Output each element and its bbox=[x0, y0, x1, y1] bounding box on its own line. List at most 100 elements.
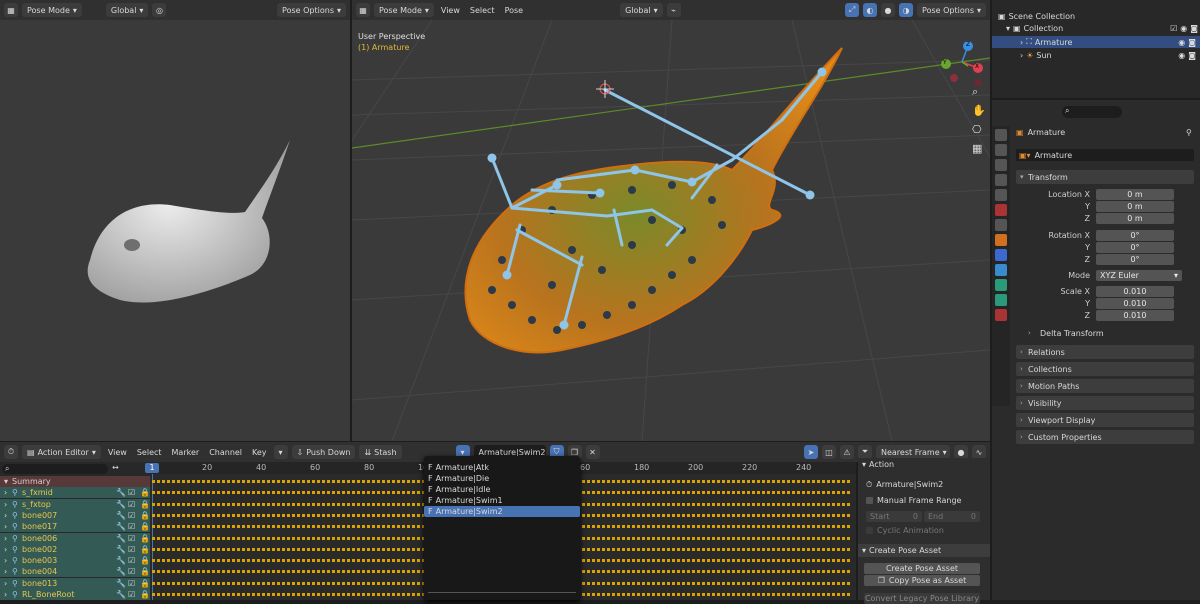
lock-icon[interactable]: 🔒 bbox=[140, 534, 150, 543]
visibility-panel-header[interactable]: › Visibility bbox=[1016, 396, 1194, 410]
menu-view[interactable]: View bbox=[105, 448, 130, 457]
shading-solid-icon[interactable]: ● bbox=[881, 3, 896, 17]
snap-mode-dropdown[interactable]: Nearest Frame ▾ bbox=[876, 445, 950, 459]
push-down-button[interactable]: ⇩ Push Down bbox=[291, 445, 356, 459]
action-dropdown-item[interactable]: F Armature|Swim2 bbox=[424, 506, 580, 517]
camera-icon[interactable]: ◙ bbox=[1188, 51, 1200, 60]
checkbox-icon[interactable]: ☑ bbox=[128, 590, 140, 599]
lock-icon[interactable]: 🔒 bbox=[140, 567, 150, 576]
manual-frame-range-checkbox[interactable]: Manual Frame Range bbox=[866, 496, 961, 505]
menu-select[interactable]: Select bbox=[134, 448, 165, 457]
scale-x-field[interactable]: 0.010 bbox=[1096, 285, 1174, 297]
swap-icon[interactable]: ↔ bbox=[112, 463, 119, 472]
wrench-icon[interactable]: 🔧 bbox=[116, 545, 128, 554]
editor-type-icon[interactable]: ⏱ bbox=[4, 445, 18, 459]
channel-row-10[interactable]: › ⚲ RL_BoneRoot 🔧 ☑ 🔒 bbox=[0, 589, 150, 600]
main-orientation-dropdown[interactable]: Global ▾ bbox=[620, 3, 663, 17]
properties-search[interactable]: ⌕ bbox=[1062, 106, 1122, 118]
lock-icon[interactable]: 🔒 bbox=[140, 500, 150, 509]
bone-tab-icon[interactable] bbox=[995, 294, 1007, 306]
action-editor-mode-dropdown[interactable]: ▤ Action Editor ▾ bbox=[22, 445, 101, 459]
location-y-field[interactable]: 0 m bbox=[1096, 200, 1174, 212]
gizmo-toggle-icon[interactable]: ⤢ bbox=[845, 3, 860, 17]
menu-pose[interactable]: Pose bbox=[502, 6, 527, 15]
pin-icon[interactable]: ⚲ bbox=[1186, 128, 1192, 137]
action-dropdown-item[interactable]: F Armature|Atk bbox=[424, 462, 580, 473]
view-layer-tab-icon[interactable] bbox=[995, 174, 1007, 186]
camera-icon[interactable]: ◙ bbox=[1190, 24, 1198, 33]
rotation-mode-dropdown[interactable]: XYZ Euler ▾ bbox=[1096, 269, 1182, 281]
convert-legacy-pose-button[interactable]: Convert Legacy Pose Library bbox=[864, 593, 980, 604]
eye-icon[interactable]: ◉ bbox=[1178, 38, 1185, 47]
editor-type-icon[interactable]: ▦ bbox=[356, 3, 370, 17]
channel-row-4[interactable]: › ⚲ bone017 🔧 ☑ 🔒 bbox=[0, 521, 150, 533]
channel-summary[interactable]: ▾ Summary bbox=[0, 476, 150, 487]
rotation-x-field[interactable]: 0° bbox=[1096, 229, 1174, 241]
editor-type-icon[interactable]: ▦ bbox=[4, 3, 18, 17]
cyclic-animation-checkbox[interactable]: Cyclic Animation bbox=[866, 526, 944, 535]
channel-row-9[interactable]: › ⚲ bone013 🔧 ☑ 🔒 bbox=[0, 577, 150, 589]
wrench-icon[interactable]: 🔧 bbox=[116, 522, 128, 531]
checkbox-icon[interactable]: ☑ bbox=[128, 511, 140, 520]
channel-row-2[interactable]: › ⚲ s_fxtop 🔧 ☑ 🔒 bbox=[0, 498, 150, 510]
wrench-icon[interactable]: 🔧 bbox=[116, 556, 128, 565]
left-pose-options[interactable]: Pose Options ▾ bbox=[277, 3, 346, 17]
transform-panel-header[interactable]: ▾ Transform bbox=[1016, 170, 1194, 184]
unlink-action-icon[interactable]: ✕ bbox=[585, 445, 600, 459]
motion-paths-panel-header[interactable]: › Motion Paths bbox=[1016, 379, 1194, 393]
action-dropdown-item[interactable]: F Armature|Die bbox=[424, 473, 580, 484]
action-dropdown-item[interactable]: F Armature|Swim1 bbox=[424, 495, 580, 506]
viewport-display-panel-header[interactable]: › Viewport Display bbox=[1016, 413, 1194, 427]
checkbox-icon[interactable]: ☑ bbox=[128, 522, 140, 531]
pivot-icon[interactable]: ◎ bbox=[152, 3, 167, 17]
left-mode-dropdown[interactable]: Pose Mode ▾ bbox=[22, 3, 82, 17]
stash-button[interactable]: ⇊ Stash bbox=[359, 445, 402, 459]
eye-icon[interactable]: ◉ bbox=[1178, 51, 1185, 60]
wrench-icon[interactable]: 🔧 bbox=[116, 534, 128, 543]
menu-key[interactable]: Key bbox=[249, 448, 270, 457]
checkbox-icon[interactable]: ☑ bbox=[128, 556, 140, 565]
end-field[interactable]: End 0 bbox=[924, 511, 980, 522]
delta-transform-subpanel[interactable]: › Delta Transform bbox=[1028, 329, 1104, 338]
start-field[interactable]: Start 0 bbox=[866, 511, 922, 522]
checkbox-icon[interactable]: ☑ bbox=[128, 545, 140, 554]
checkbox-icon[interactable]: ☑ bbox=[128, 567, 140, 576]
current-frame-indicator[interactable]: 1 bbox=[145, 463, 159, 473]
channel-row-8[interactable]: › ⚲ bone004 🔧 ☑ 🔒 bbox=[0, 566, 150, 578]
armature-data-tab-icon[interactable] bbox=[995, 279, 1007, 291]
rotation-y-field[interactable]: 0° bbox=[1096, 241, 1174, 253]
main-mode-dropdown[interactable]: Pose Mode ▾ bbox=[374, 3, 434, 17]
channel-row-5[interactable]: › ⚲ bone006 🔧 ☑ 🔒 bbox=[0, 532, 150, 544]
checkbox-icon[interactable]: ☑ bbox=[128, 500, 140, 509]
checkbox-icon[interactable]: ☑ bbox=[128, 534, 140, 543]
proportional-falloff-icon[interactable]: ∿ bbox=[972, 445, 986, 459]
wrench-icon[interactable]: 🔧 bbox=[116, 590, 128, 599]
dropdown-search-input[interactable] bbox=[428, 592, 576, 599]
menu-marker[interactable]: Marker bbox=[169, 448, 203, 457]
overlay-toggle-icon[interactable]: ◐ bbox=[863, 3, 878, 17]
channel-row-7[interactable]: › ⚲ bone003 🔧 ☑ 🔒 bbox=[0, 555, 150, 567]
menu-select[interactable]: Select bbox=[467, 6, 498, 15]
rotation-z-field[interactable]: 0° bbox=[1096, 253, 1174, 265]
zoom-icon[interactable]: ⌕ bbox=[972, 85, 978, 99]
outliner-collection[interactable]: ▾ ▣ Collection ☑ ◉ ◙ bbox=[1006, 24, 1198, 33]
pan-hand-icon[interactable]: ✋ bbox=[972, 104, 986, 117]
world-tab-icon[interactable] bbox=[995, 204, 1007, 216]
select-cursor-icon[interactable]: ➤ bbox=[804, 445, 818, 459]
menu-view[interactable]: View bbox=[438, 6, 463, 15]
outliner-item-sun[interactable]: › ☀ Sun ◉ ◙ bbox=[992, 49, 1200, 61]
lock-icon[interactable]: 🔒 bbox=[140, 556, 150, 565]
outliner-scene-collection[interactable]: ▣ Scene Collection bbox=[998, 12, 1075, 21]
lock-icon[interactable]: 🔒 bbox=[140, 590, 150, 599]
collections-panel-header[interactable]: › Collections bbox=[1016, 362, 1194, 376]
eye-icon[interactable]: ◉ bbox=[1180, 24, 1187, 33]
wrench-icon[interactable]: 🔧 bbox=[116, 567, 128, 576]
action-dropdown-item[interactable]: F Armature|Idle bbox=[424, 484, 580, 495]
create-pose-asset-button[interactable]: Create Pose Asset bbox=[864, 563, 980, 574]
outliner-item-armature[interactable]: › ⛶ Armature ◉ ◙ bbox=[992, 36, 1200, 48]
main-viewport[interactable]: User Perspective (1) Armature X Z Y ⌕ ✋ … bbox=[352, 20, 990, 441]
transform-icon[interactable]: ◫ bbox=[822, 445, 836, 459]
physics-tab-icon[interactable] bbox=[995, 264, 1007, 276]
wrench-icon[interactable]: 🔧 bbox=[116, 511, 128, 520]
left-viewport[interactable] bbox=[0, 20, 350, 441]
